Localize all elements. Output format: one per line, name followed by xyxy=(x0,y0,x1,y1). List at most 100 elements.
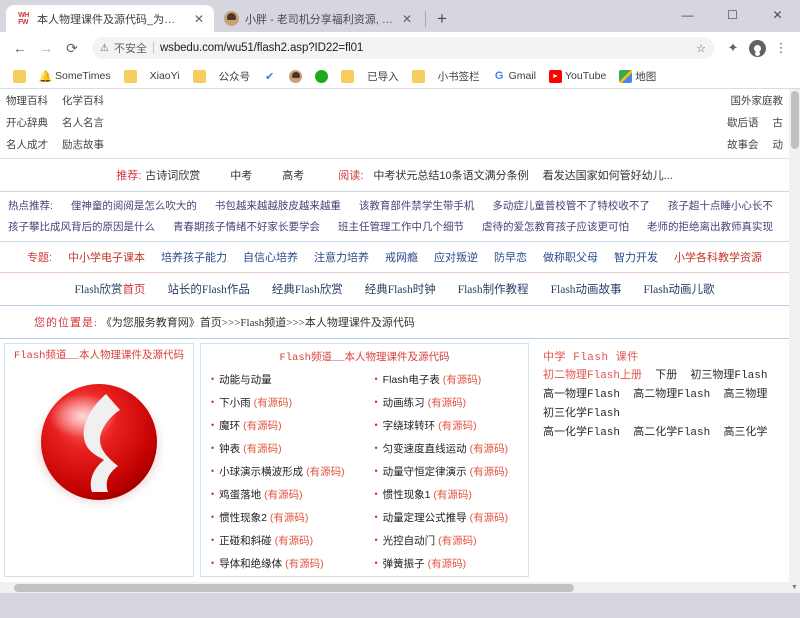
bookmark-star-icon[interactable]: ☆ xyxy=(696,42,706,55)
bookmark-item-gmail[interactable]: GGmail xyxy=(488,68,541,85)
item-name[interactable]: 动量定理公式推导 xyxy=(383,512,467,524)
recommend-item[interactable]: 古诗词欣赏 xyxy=(145,167,200,183)
nav-item-classic-clock[interactable]: 经典Flash时钟 xyxy=(365,281,436,297)
bookmark-item[interactable]: ✔ xyxy=(258,68,281,85)
bookmark-item-xiaoshuqianlan[interactable]: 小书签栏 xyxy=(433,67,485,86)
list-item[interactable]: 魔环 (有源码) xyxy=(211,414,361,437)
top-link[interactable]: 故事会 xyxy=(727,137,759,152)
list-item[interactable]: 下小雨 (有源码) xyxy=(211,391,361,414)
bookmark-item[interactable] xyxy=(407,68,430,85)
hot-item[interactable]: 虐待的爱怎教育孩子应该更可怕 xyxy=(482,219,629,234)
list-item[interactable]: 小球演示横波形成 (有源码) xyxy=(211,460,361,483)
hot-item[interactable]: 俚神童的阅阅是怎么吹大的 xyxy=(71,198,197,213)
scroll-down-icon[interactable]: ▼ xyxy=(789,582,800,593)
list-item[interactable]: 动画练习 (有源码) xyxy=(375,391,525,414)
list-item[interactable]: 动能与动量 xyxy=(211,368,361,391)
nav-item-classic-flash[interactable]: 经典Flash欣赏 xyxy=(272,281,343,297)
hot-item[interactable]: 该教育部件禁学生带手机 xyxy=(359,198,475,213)
right-link[interactable]: 高三物理 xyxy=(723,389,767,401)
bookmark-item[interactable] xyxy=(119,68,142,85)
hot-item[interactable]: 孩子超十点睡小心长不 xyxy=(668,198,773,213)
horizontal-scrollbar[interactable] xyxy=(0,582,789,593)
bookmark-item-sometimes[interactable]: 🔔SomeTimes xyxy=(34,68,116,85)
close-icon[interactable]: ✕ xyxy=(400,12,414,26)
right-link[interactable]: 高二化学Flash xyxy=(633,427,710,439)
topic-item[interactable]: 戒网瘾 xyxy=(385,249,418,265)
topic-item[interactable]: 防早恋 xyxy=(494,249,527,265)
list-item[interactable]: 动量守恒定律演示 (有源码) xyxy=(375,460,525,483)
window-close-icon[interactable]: ✕ xyxy=(755,0,800,30)
list-item[interactable]: 动量定理公式推导 (有源码) xyxy=(375,506,525,529)
item-name[interactable]: 鸡蛋落地 xyxy=(219,489,261,501)
recommend-item[interactable]: 高考 xyxy=(282,167,304,183)
list-item[interactable]: 正碰和斜碰 (有源码) xyxy=(211,529,361,552)
list-item[interactable]: Flash电子表 (有源码) xyxy=(375,368,525,391)
right-link[interactable]: 初三物理Flash xyxy=(690,370,767,382)
browser-tab-2[interactable]: 小胖 - 老司机分享福利资源, 快! ✕ xyxy=(214,5,422,32)
list-item[interactable]: 弹簧振子 (有源码) xyxy=(375,552,525,575)
right-link[interactable]: 高一物理Flash xyxy=(543,389,620,401)
top-link[interactable]: 开心辞典 xyxy=(6,115,48,130)
vertical-scrollbar[interactable]: ▲ ▼ xyxy=(789,89,800,593)
nav-item-animation-story[interactable]: Flash动画故事 xyxy=(551,281,622,297)
address-bar[interactable]: ⚠ 不安全 | wsbedu.com/wu51/flash2.asp?ID22=… xyxy=(92,37,714,59)
top-link[interactable]: 古 xyxy=(773,115,784,130)
list-item[interactable]: 人造卫星 (有源码) xyxy=(375,575,525,577)
read-item[interactable]: 中考状元总结10条语文满分条例 xyxy=(373,167,528,183)
topic-item[interactable]: 自信心培养 xyxy=(243,249,298,265)
hot-item[interactable]: 老师的拒绝离出教师真实现 xyxy=(647,219,773,234)
topic-item[interactable]: 小学各科教学资源 xyxy=(674,249,762,265)
list-item[interactable]: 匀变速度直线运动 (有源码) xyxy=(375,437,525,460)
item-name[interactable]: 下小雨 xyxy=(219,397,251,409)
list-item[interactable]: 光控自动门 (有源码) xyxy=(375,529,525,552)
topic-item[interactable]: 中小学电子课本 xyxy=(68,249,145,265)
hot-item[interactable]: 青春期孩子情绪不好家长要学会 xyxy=(173,219,320,234)
item-name[interactable]: 光控自动门 xyxy=(383,535,436,547)
item-name[interactable]: 弹簧振子 xyxy=(383,558,425,570)
top-link[interactable]: 动 xyxy=(773,137,784,152)
bookmark-item[interactable] xyxy=(310,68,333,85)
bookmark-item-maps[interactable]: 地图 xyxy=(614,67,661,86)
bookmark-item[interactable] xyxy=(188,68,211,85)
item-name[interactable]: 钟表 xyxy=(219,443,240,455)
nav-item-flash-home[interactable]: Flash欣赏首页 xyxy=(75,281,146,297)
bookmark-item-gongzhonghao[interactable]: 公众号 xyxy=(214,67,256,86)
bookmark-item-youtube[interactable]: ►YouTube xyxy=(544,68,611,85)
right-link[interactable]: 下册 xyxy=(655,370,677,382)
horizontal-scroll-thumb[interactable] xyxy=(14,584,574,592)
item-name[interactable]: Flash电子表 xyxy=(383,374,440,386)
topic-item[interactable]: 做称职父母 xyxy=(543,249,598,265)
right-link[interactable]: 初二物理Flash上册 xyxy=(543,370,642,382)
right-link[interactable]: 高二物理Flash xyxy=(633,389,710,401)
chrome-menu-icon[interactable]: ⋮ xyxy=(770,36,792,60)
top-link[interactable]: 国外家庭教 xyxy=(731,93,784,108)
back-icon[interactable]: ← xyxy=(8,36,32,60)
nav-item-animation-songs[interactable]: Flash动画儿歌 xyxy=(644,281,715,297)
item-name[interactable]: 小球演示横波形成 xyxy=(219,466,303,478)
nav-item-tutorials[interactable]: Flash制作教程 xyxy=(458,281,529,297)
top-link[interactable]: 名人名言 xyxy=(62,115,104,130)
item-name[interactable]: 字绕球转环 xyxy=(383,420,436,432)
list-item[interactable]: 导体和绝缘体 (有源码) xyxy=(211,552,361,575)
topic-item[interactable]: 注意力培养 xyxy=(314,249,369,265)
topic-item[interactable]: 智力开发 xyxy=(614,249,658,265)
bookmark-item-imported[interactable]: 已导入 xyxy=(362,67,404,86)
breadcrumb-path[interactable]: 《为您服务教育网》首页>>>Flash频道>>>本人物理课件及源代码 xyxy=(101,317,415,329)
right-link[interactable]: 初三化学Flash xyxy=(543,408,620,420)
item-name[interactable]: 魔环 xyxy=(219,420,240,432)
top-link[interactable]: 歇后语 xyxy=(727,115,759,130)
forward-icon[interactable]: → xyxy=(34,36,58,60)
item-name[interactable]: 惯性现象1 xyxy=(383,489,431,501)
bookmark-item-xiaoyi[interactable]: XiaoYi xyxy=(145,68,185,84)
right-link[interactable]: 高三化学 xyxy=(723,427,767,439)
item-name[interactable]: 惯性现象2 xyxy=(219,512,267,524)
hot-item[interactable]: 孩子攀比成风背后的原因是什么 xyxy=(8,219,155,234)
item-name[interactable]: 动能与动量 xyxy=(219,374,272,386)
maximize-icon[interactable]: ☐ xyxy=(710,0,755,30)
item-name[interactable]: 匀变速度直线运动 xyxy=(383,443,467,455)
vertical-scroll-thumb[interactable] xyxy=(791,91,799,149)
read-item[interactable]: 看发达国家如何管好幼儿... xyxy=(543,167,673,183)
minimize-icon[interactable]: — xyxy=(665,0,710,30)
right-link[interactable]: 高一化学Flash xyxy=(543,427,620,439)
new-tab-button[interactable]: + xyxy=(429,5,455,31)
